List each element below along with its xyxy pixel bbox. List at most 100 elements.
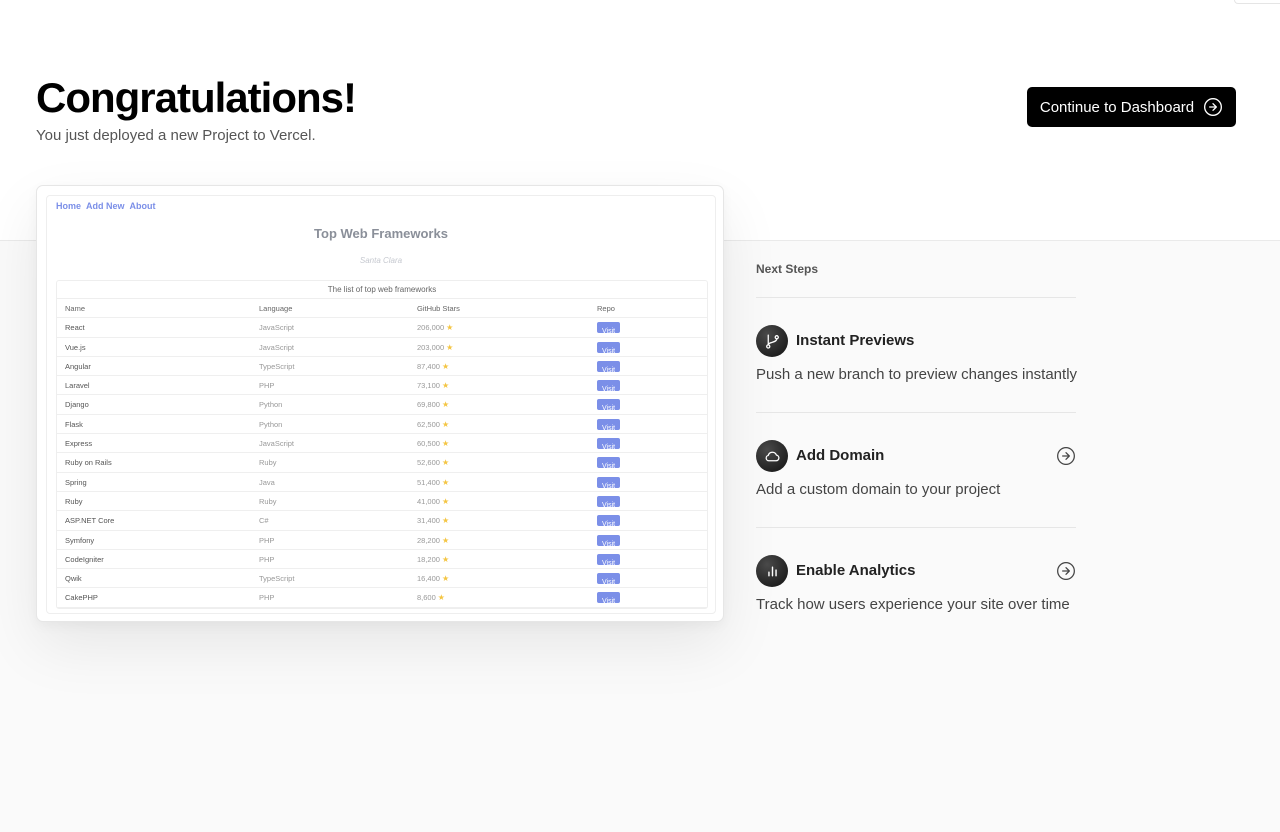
preview-subtitle: Santa Clara: [359, 256, 403, 265]
cell-stars: 51,400 ★: [417, 473, 449, 492]
cell-language: TypeScript: [259, 574, 295, 584]
star-icon: ★: [441, 574, 450, 584]
cell-name: CakePHP: [65, 593, 98, 603]
star-icon: ★: [441, 496, 450, 506]
star-icon: ★: [446, 342, 454, 352]
cell-language: TypeScript: [259, 361, 295, 371]
cell-stars: 62,500 ★: [417, 415, 449, 434]
cell-language: Ruby: [259, 458, 277, 468]
cell-stars: 73,100 ★: [417, 376, 449, 395]
deployment-preview-screenshot: Home Add New About Top Web Frameworks Sa…: [46, 195, 716, 614]
visit-button: Visit: [597, 553, 621, 567]
table-row: Laravel PHP 73,100 ★ Visit: [57, 376, 707, 396]
cell-name: ASP.NET Core: [65, 516, 115, 526]
divider: [756, 412, 1076, 413]
visit-button: Visit: [597, 457, 621, 470]
cell-language: PHP: [259, 381, 275, 391]
cell-name: Django: [65, 400, 89, 410]
cell-stars: 203,000 ★: [417, 338, 453, 357]
cell-stars: 31,400 ★: [417, 511, 449, 530]
star-icon: ★: [441, 400, 450, 410]
deployment-preview-card[interactable]: Home Add New About Top Web Frameworks Sa…: [36, 185, 724, 622]
divider: [756, 297, 1076, 298]
star-icon: ★: [441, 535, 450, 545]
star-icon: ★: [446, 323, 454, 333]
star-icon: ★: [437, 593, 445, 603]
cell-language: Ruby: [259, 496, 277, 506]
table-row: Spring Java 51,400 ★ Visit: [57, 473, 707, 492]
cell-stars: 18,200 ★: [417, 550, 449, 569]
visit-button: Visit: [597, 418, 621, 432]
cell-stars-value: 69,800: [417, 400, 440, 410]
cell-stars: 206,000 ★: [417, 318, 453, 337]
arrow-circle-right-icon[interactable]: [1056, 446, 1076, 466]
cell-name: Laravel: [65, 381, 90, 391]
next-step-instant-previews[interactable]: Instant Previews Push a new branch to pr…: [756, 325, 1077, 385]
cell-language: JavaScript: [259, 439, 295, 449]
star-icon: ★: [441, 477, 450, 487]
cell-stars-value: 51,400: [417, 477, 440, 487]
visit-button: Visit: [597, 399, 621, 412]
preview-nav-about: About: [129, 201, 156, 211]
next-step-add-domain[interactable]: Add Domain Add a custom domain to your p…: [756, 440, 1076, 500]
cell-stars: 87,400 ★: [417, 357, 449, 376]
cell-name: Flask: [65, 419, 83, 429]
table-row: ASP.NET Core C# 31,400 ★ Visit: [57, 511, 707, 531]
cell-name: Ruby on Rails: [65, 458, 112, 468]
preview-table-header: Name Language GitHub Stars Repo: [57, 299, 707, 319]
cell-stars: 60,500 ★: [417, 434, 449, 453]
table-row: Express JavaScript 60,500 ★ Visit: [57, 434, 707, 454]
cell-stars: 16,400 ★: [417, 569, 449, 588]
cell-name: Spring: [65, 477, 87, 487]
next-step-title: Instant Previews: [796, 332, 915, 349]
cell-stars-value: 203,000: [417, 342, 445, 352]
table-row: Qwik TypeScript 16,400 ★ Visit: [57, 569, 707, 589]
cell-language: JavaScript: [259, 342, 295, 352]
visit-button: Visit: [597, 341, 621, 355]
table-row: React JavaScript 206,000 ★ Visit: [57, 318, 707, 338]
cell-language: Python: [259, 419, 283, 429]
next-step-description: Add a custom domain to your project: [756, 481, 1001, 498]
cell-name: Vue.js: [65, 342, 86, 352]
bar-chart-icon: [756, 555, 788, 587]
cell-stars-value: 60,500: [417, 439, 440, 449]
continue-to-dashboard-button[interactable]: Continue to Dashboard: [1027, 87, 1236, 127]
cell-language: PHP: [259, 535, 275, 545]
cell-stars-value: 28,200: [417, 535, 440, 545]
visit-button: Visit: [597, 573, 621, 586]
divider: [756, 527, 1076, 528]
column-header-name: Name: [65, 304, 86, 313]
cell-stars: 41,000 ★: [417, 492, 449, 511]
table-row: CodeIgniter PHP 18,200 ★ Visit: [57, 550, 707, 570]
visit-button: Visit: [597, 380, 621, 393]
star-icon: ★: [441, 419, 450, 429]
visit-button: Visit: [597, 438, 621, 451]
preview-nav-home: Home: [56, 201, 82, 211]
arrow-circle-right-icon[interactable]: [1056, 561, 1076, 581]
preview-nav: Home Add New About: [56, 201, 156, 211]
cell-stars-value: 31,400: [417, 516, 440, 526]
cell-stars-value: 41,000: [417, 496, 440, 506]
next-step-enable-analytics[interactable]: Enable Analytics Track how users experie…: [756, 555, 1076, 615]
cell-stars-value: 87,400: [417, 361, 440, 371]
cell-name: Ruby: [65, 496, 83, 506]
cloud-icon: [756, 440, 788, 472]
cell-language: C#: [259, 516, 269, 526]
cell-language: PHP: [259, 593, 275, 603]
cell-stars-value: 8,600: [417, 593, 436, 603]
star-icon: ★: [441, 516, 450, 526]
star-icon: ★: [441, 458, 450, 468]
window-corner-control: [1234, 0, 1280, 4]
visit-button: Visit: [597, 515, 621, 528]
star-icon: ★: [441, 554, 450, 564]
table-row: Angular TypeScript 87,400 ★ Visit: [57, 357, 707, 377]
cell-stars-value: 18,200: [417, 554, 440, 564]
table-row: Flask Python 62,500 ★ Visit: [57, 415, 707, 435]
preview-table-body: React JavaScript 206,000 ★ Visit Vue.js JavaSc…: [57, 318, 707, 608]
visit-button: Visit: [597, 495, 621, 509]
column-header-stars: GitHub Stars: [417, 304, 460, 313]
cell-language: JavaScript: [259, 323, 295, 333]
cell-name: Symfony: [65, 535, 95, 545]
continue-to-dashboard-label: Continue to Dashboard: [1039, 98, 1195, 116]
cell-stars: 69,800 ★: [417, 395, 449, 414]
